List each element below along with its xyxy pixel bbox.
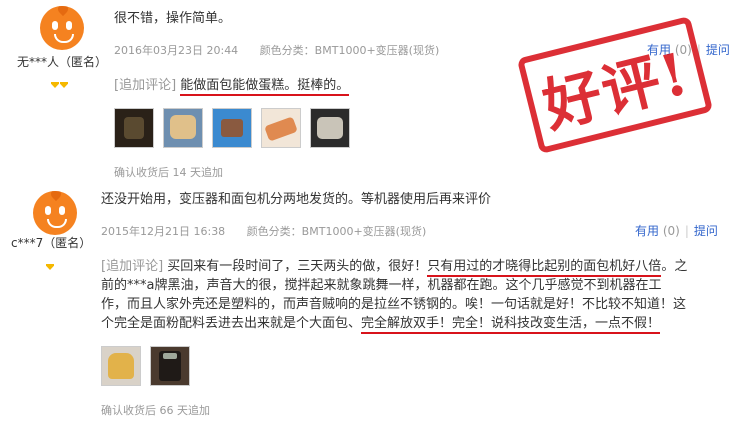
review-photo[interactable] [310, 108, 350, 148]
review-thumbnails [114, 108, 359, 148]
followup-tag: [追加评论] [101, 259, 164, 274]
review-actions: 有用 (0) | 提问 [635, 224, 718, 238]
review-photo[interactable] [114, 108, 154, 148]
review-meta: 2016年03月23日 20:44 颜色分类：BMT1000+变压器(现货) [114, 42, 457, 58]
followup-text: 能做面包能做蛋糕。挺棒的。 [180, 78, 350, 96]
review-item: c***7（匿名） 还没开始用，变压器和面包机分两地发货的。等机器使用后再来评价… [0, 186, 750, 422]
followup-comment: [追加评论] 能做面包能做蛋糕。挺棒的。 [114, 76, 350, 96]
review-date: 2015年12月21日 16:38 [101, 225, 226, 238]
followup-highlight: 完全解放双手！完全！说科技改变生活，一点不假！ [361, 316, 661, 334]
color-category: 颜色分类：BMT1000+变压器(现货) [246, 225, 427, 238]
ask-button[interactable]: 提问 [706, 43, 730, 57]
review-date: 2016年03月23日 20:44 [114, 44, 239, 57]
useful-button[interactable]: 有用 [635, 224, 659, 238]
user-level-badge [51, 73, 69, 88]
review-photo[interactable] [212, 108, 252, 148]
username: c***7（匿名） [11, 236, 92, 250]
diamond-icon [46, 264, 54, 270]
review-photo[interactable] [261, 108, 301, 148]
review-photo[interactable] [150, 346, 190, 386]
diamond-icon [51, 82, 59, 88]
review-photo[interactable] [163, 108, 203, 148]
avatar[interactable] [33, 191, 77, 235]
followup-line: [追加评论] 买回来有一段时间了，三天两头的做，很好！只有用过的才晓得比起别的面… [101, 257, 741, 277]
review-content: 很不错，操作简单。 [114, 11, 232, 26]
user-level-badge [46, 255, 55, 270]
color-category: 颜色分类：BMT1000+变压器(现货) [259, 44, 440, 57]
followup-comment: [追加评论] 买回来有一段时间了，三天两头的做，很好！只有用过的才晓得比起别的面… [101, 257, 741, 334]
review-meta: 2015年12月21日 16:38 颜色分类：BMT1000+变压器(现货) [101, 223, 444, 239]
followup-line: 作，而且人家外壳还是塑料的，而声音贼响的是拉丝不锈钢的。唉！一句话就是好！不比较… [101, 297, 687, 312]
ask-button[interactable]: 提问 [694, 224, 718, 238]
review-content: 还没开始用，变压器和面包机分两地发货的。等机器使用后再来评价 [101, 192, 492, 207]
followup-confirm: 确认收货后 66 天追加 [101, 404, 210, 417]
avatar[interactable] [40, 6, 84, 50]
useful-count: (0) [662, 224, 680, 238]
username: 无***人（匿名） [17, 55, 108, 69]
followup-line: 个完全是面粉配料丢进去出来就是个大面包、完全解放双手！完全！说科技改变生活，一点… [101, 314, 741, 334]
review-photo[interactable] [101, 346, 141, 386]
followup-tag: [追加评论] [114, 78, 177, 93]
diamond-icon [60, 82, 68, 88]
followup-line: 前的***a牌黑油，声音大的很，搅拌起来就象跳舞一样，机器都在跑。这个几乎感觉不… [101, 278, 662, 293]
followup-highlight: 只有用过的才晓得比起别的面包机好八倍 [427, 259, 662, 277]
review-thumbnails [101, 346, 199, 386]
